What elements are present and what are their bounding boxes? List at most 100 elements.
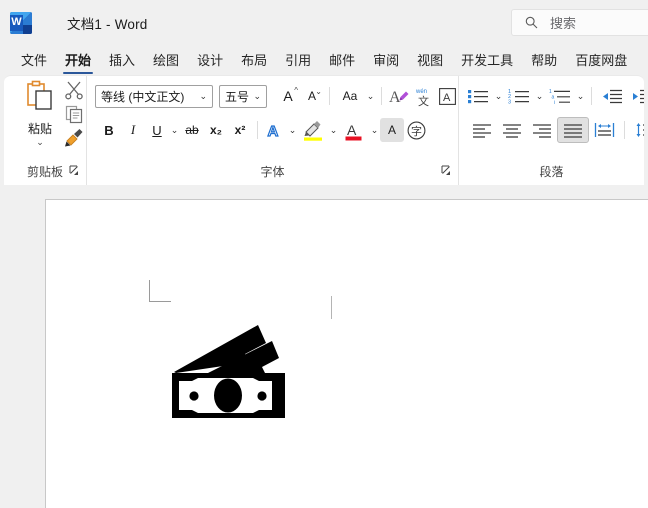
multilevel-list-button[interactable]: 1 a i bbox=[545, 84, 575, 108]
svg-text:A: A bbox=[389, 89, 401, 106]
character-border-button[interactable]: A bbox=[435, 84, 459, 108]
tab-view[interactable]: 视图 bbox=[408, 53, 452, 75]
money-banknote-icon[interactable] bbox=[170, 315, 292, 425]
multilevel-list-icon: 1 a i bbox=[549, 89, 570, 105]
format-painter-icon[interactable] bbox=[64, 128, 86, 150]
phonetic-guide-button[interactable]: wén 文 bbox=[411, 84, 435, 108]
shrink-font-button[interactable]: A ⌄ bbox=[300, 84, 324, 108]
superscript-label: x² bbox=[234, 123, 246, 137]
ribbon: 粘贴 ⌄ 剪贴板 等线 (中文正文) ⌄ 五号 ⌄ A ^ A ⌄ Aa ⌄ A… bbox=[4, 75, 644, 185]
change-case-button[interactable]: Aa bbox=[335, 84, 365, 108]
tab-file[interactable]: 文件 bbox=[12, 53, 56, 75]
clipboard-label-text: 剪贴板 bbox=[26, 165, 63, 179]
align-left-button[interactable] bbox=[467, 118, 497, 142]
align-justify-button[interactable] bbox=[557, 117, 589, 143]
numbering-button[interactable]: 1 2 3 bbox=[504, 84, 534, 108]
bullets-button[interactable] bbox=[463, 84, 493, 108]
character-shading-button[interactable]: A bbox=[380, 118, 404, 142]
font-size-combo[interactable]: 五号 ⌄ bbox=[219, 84, 267, 108]
tab-help[interactable]: 帮助 bbox=[522, 53, 566, 75]
svg-text:文: 文 bbox=[418, 94, 429, 107]
paste-button[interactable]: 粘贴 ⌄ bbox=[16, 80, 64, 147]
change-case-chevron-down-icon[interactable]: ⌄ bbox=[365, 91, 376, 102]
increase-indent-button[interactable] bbox=[627, 84, 644, 108]
strikethrough-button[interactable]: ab bbox=[180, 118, 204, 142]
group-label-paragraph: 段落 bbox=[459, 163, 644, 185]
underline-button[interactable]: U bbox=[145, 118, 169, 142]
text-effects-chevron-down-icon[interactable]: ⌄ bbox=[287, 125, 298, 136]
underline-chevron-down-icon[interactable]: ⌄ bbox=[169, 125, 180, 136]
paste-icon bbox=[27, 80, 52, 110]
search-placeholder: 搜索 bbox=[550, 16, 577, 31]
bold-label: B bbox=[104, 122, 114, 138]
clear-formatting-button[interactable]: A bbox=[387, 84, 411, 108]
increase-indent-icon bbox=[633, 89, 644, 103]
font-name-combo[interactable]: 等线 (中文正文) ⌄ bbox=[95, 84, 213, 108]
highlight-button[interactable] bbox=[298, 118, 328, 142]
caret-down-icon: ⌄ bbox=[315, 87, 322, 96]
search-box[interactable]: 搜索 bbox=[511, 9, 648, 36]
highlight-chevron-down-icon[interactable]: ⌄ bbox=[328, 125, 339, 136]
numbered-list-icon: 1 2 3 bbox=[508, 89, 529, 105]
font-dialog-launcher-icon[interactable] bbox=[441, 165, 452, 176]
tab-design[interactable]: 设计 bbox=[188, 53, 232, 75]
superscript-button[interactable]: x² bbox=[228, 118, 252, 142]
divider bbox=[381, 87, 382, 105]
distribute-text-button[interactable] bbox=[589, 118, 619, 142]
italic-button[interactable]: I bbox=[121, 118, 145, 142]
phonetic-guide-icon: wén 文 bbox=[415, 89, 429, 107]
tab-insert[interactable]: 插入 bbox=[100, 53, 144, 75]
change-case-label: Aa bbox=[342, 89, 358, 103]
decrease-indent-button[interactable] bbox=[597, 84, 627, 108]
copy-icon[interactable] bbox=[64, 104, 86, 126]
font-color-chevron-down-icon[interactable]: ⌄ bbox=[369, 125, 380, 136]
text-effects-icon: A bbox=[266, 122, 278, 140]
group-paragraph: ⌄ 1 2 3 ⌄ 1 a i ⌄ 段落 bbox=[458, 76, 644, 185]
tab-developer[interactable]: 开发工具 bbox=[452, 53, 522, 75]
decrease-indent-icon bbox=[603, 89, 622, 103]
subscript-button[interactable]: x₂ bbox=[204, 118, 228, 142]
enclose-character-icon: 字 bbox=[407, 121, 425, 139]
tab-review[interactable]: 审阅 bbox=[364, 53, 408, 75]
distribute-text-icon bbox=[594, 123, 614, 137]
document-page[interactable] bbox=[45, 199, 648, 508]
group-label-font: 字体 bbox=[87, 163, 458, 185]
numbering-chevron-down-icon[interactable]: ⌄ bbox=[534, 91, 545, 102]
font-name-value: 等线 (中文正文) bbox=[101, 89, 185, 104]
svg-text:wén: wén bbox=[415, 89, 427, 95]
tab-references[interactable]: 引用 bbox=[276, 53, 320, 75]
grow-font-button[interactable]: A ^ bbox=[276, 84, 300, 108]
word-icon: W bbox=[10, 11, 32, 34]
highlight-icon bbox=[304, 120, 322, 141]
tab-layout[interactable]: 布局 bbox=[232, 53, 276, 75]
bold-button[interactable]: B bbox=[97, 118, 121, 142]
font-color-button[interactable]: A bbox=[339, 118, 369, 142]
align-left-icon bbox=[473, 123, 491, 138]
tab-draw[interactable]: 绘图 bbox=[144, 53, 188, 75]
align-right-button[interactable] bbox=[527, 118, 557, 142]
tab-baidu-netdisk[interactable]: 百度网盘 bbox=[566, 53, 636, 75]
text-effects-button[interactable]: A bbox=[263, 118, 287, 142]
cut-icon[interactable] bbox=[64, 80, 86, 102]
group-clipboard: 粘贴 ⌄ 剪贴板 bbox=[4, 76, 86, 185]
enclose-character-button[interactable]: 字 bbox=[404, 118, 428, 142]
font-label-text: 字体 bbox=[260, 165, 285, 179]
divider bbox=[329, 87, 330, 105]
bullets-chevron-down-icon[interactable]: ⌄ bbox=[493, 91, 504, 102]
title-bar: W 文档1 - Word 搜索 bbox=[0, 0, 648, 45]
multilevel-list-chevron-down-icon[interactable]: ⌄ bbox=[575, 91, 586, 102]
paragraph-label-text: 段落 bbox=[539, 165, 564, 179]
font-color-icon: A bbox=[345, 122, 362, 140]
line-spacing-button[interactable] bbox=[630, 118, 644, 142]
align-center-button[interactable] bbox=[497, 118, 527, 142]
align-justify-icon bbox=[564, 123, 582, 138]
grow-font-label: A bbox=[283, 88, 293, 104]
tab-home[interactable]: 开始 bbox=[56, 53, 100, 75]
character-shading-label: A bbox=[387, 123, 396, 137]
tab-mailings[interactable]: 邮件 bbox=[320, 53, 364, 75]
divider bbox=[257, 121, 258, 139]
align-center-icon bbox=[503, 123, 521, 138]
clipboard-dialog-launcher-icon[interactable] bbox=[69, 165, 80, 176]
group-font: 等线 (中文正文) ⌄ 五号 ⌄ A ^ A ⌄ Aa ⌄ A wén 文 A … bbox=[86, 76, 458, 185]
document-area[interactable] bbox=[0, 188, 648, 508]
